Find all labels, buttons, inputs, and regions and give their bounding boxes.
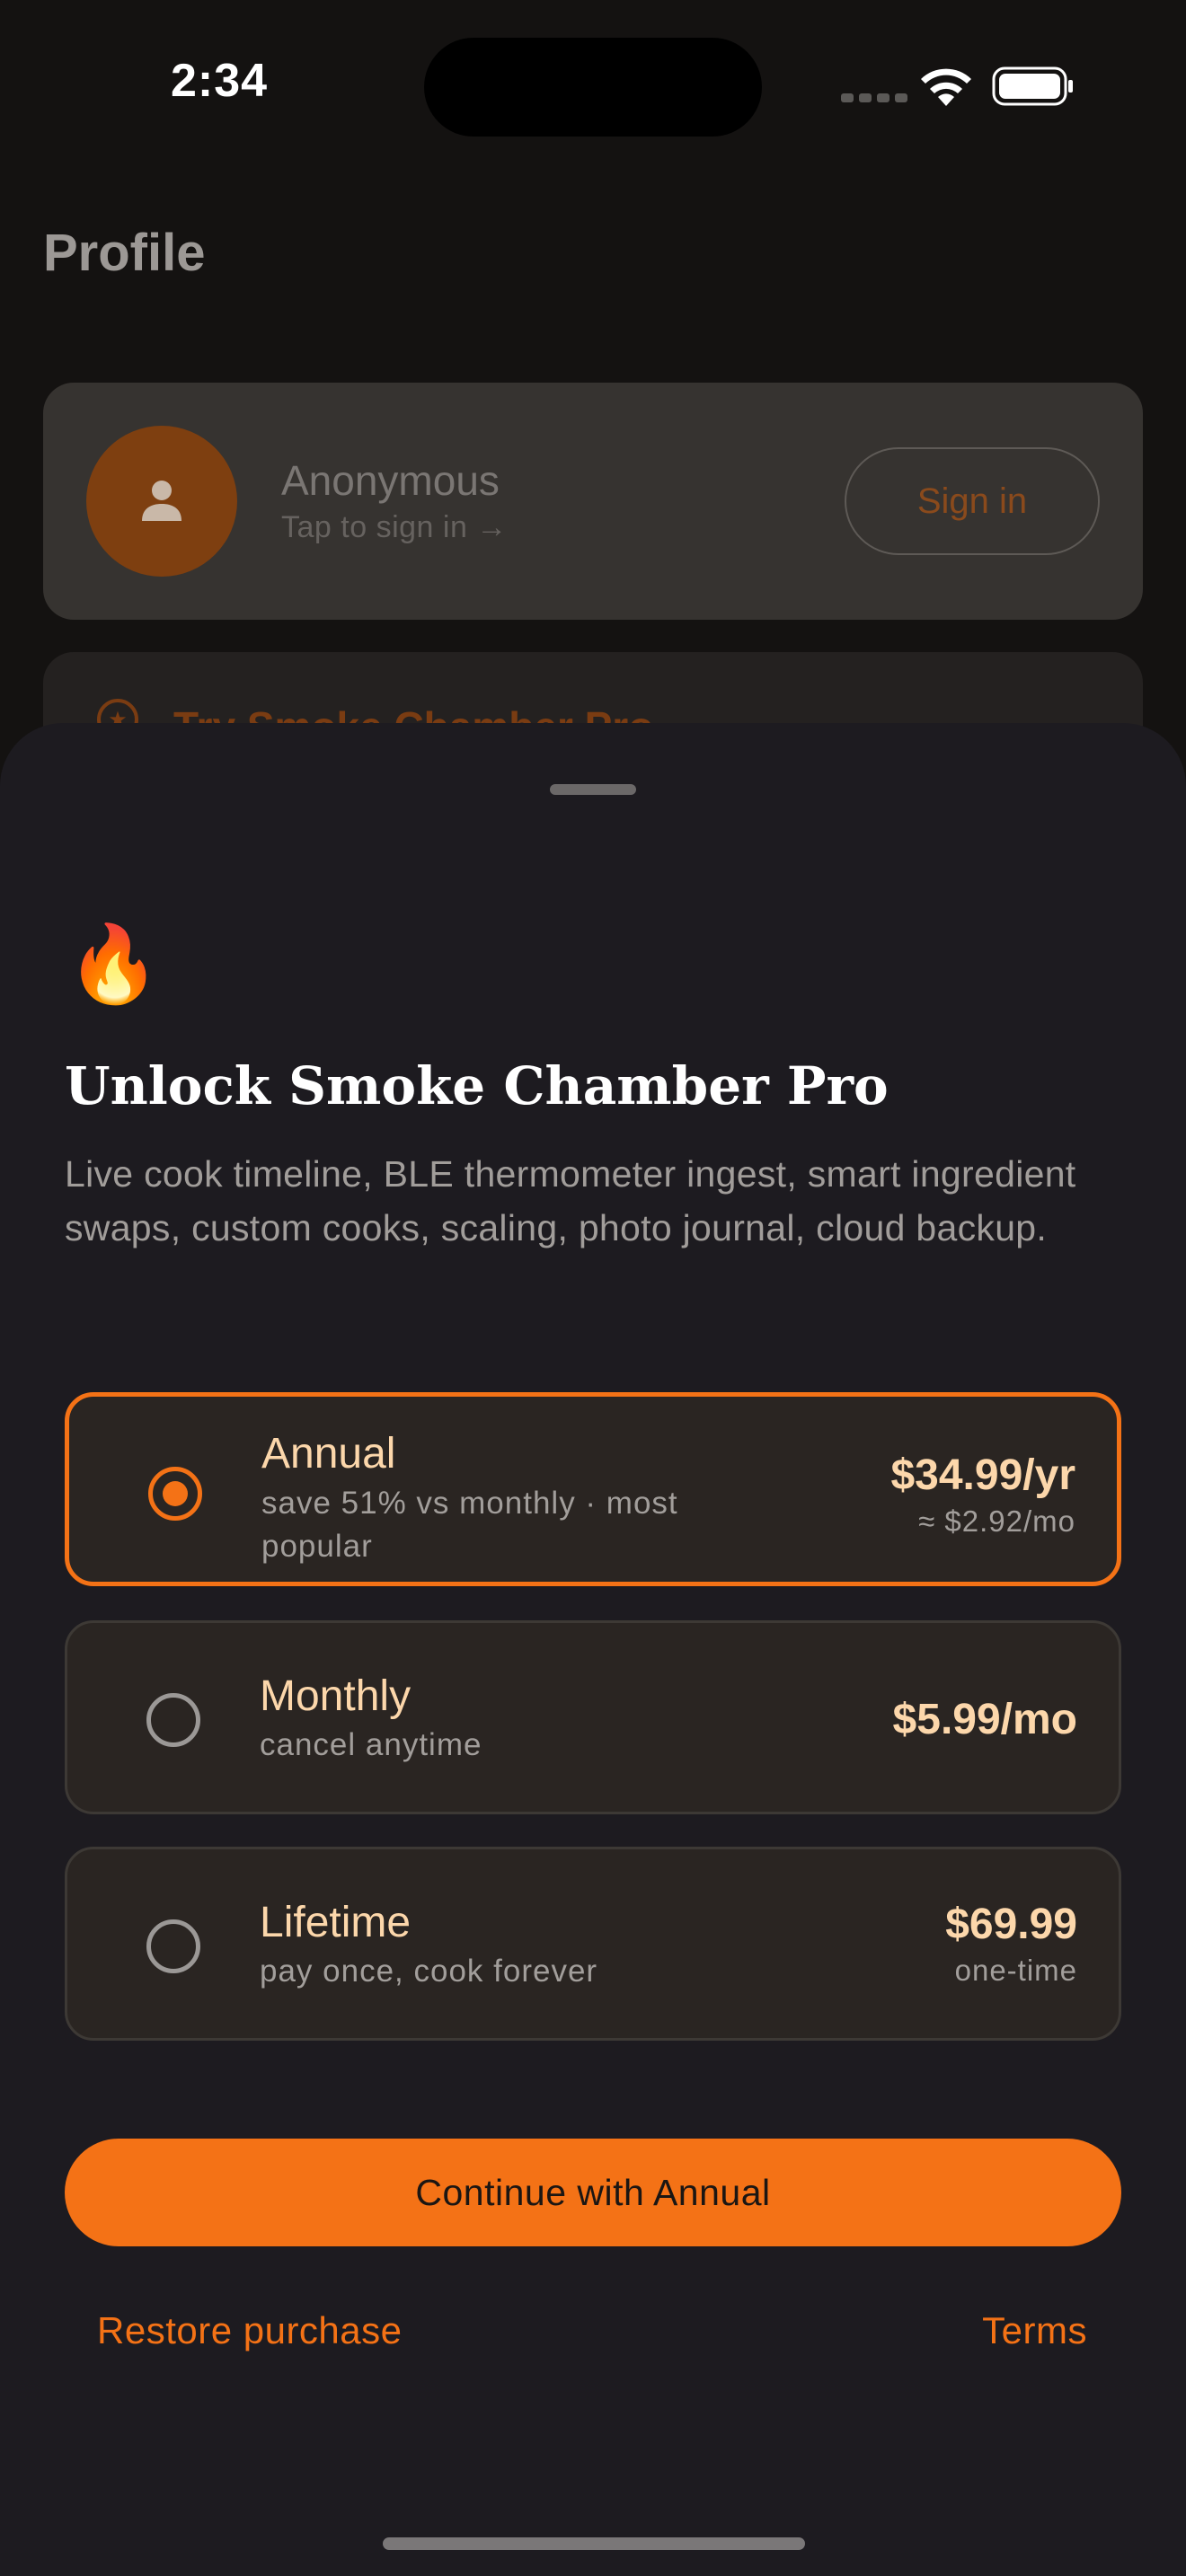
radio-unselected[interactable] xyxy=(146,1693,200,1747)
restore-purchase-link[interactable]: Restore purchase xyxy=(97,2309,403,2352)
plan-name: Monthly xyxy=(260,1672,412,1720)
plan-name: Lifetime xyxy=(260,1899,412,1946)
plan-name: Annual xyxy=(261,1430,396,1478)
screen: 2:34 Profile Anonymous Tap to sign in → … xyxy=(0,0,1186,2576)
avatar xyxy=(86,426,237,577)
home-indicator xyxy=(383,2537,805,2550)
sheet-title: Unlock Smoke Chamber Pro xyxy=(65,1055,889,1116)
wifi-icon xyxy=(921,68,971,106)
plan-option-monthly[interactable]: Monthly cancel anytime $5.99/mo xyxy=(65,1620,1121,1814)
page-title: Profile xyxy=(43,224,206,282)
sign-in-button[interactable]: Sign in xyxy=(845,447,1100,555)
profile-card[interactable]: Anonymous Tap to sign in → Sign in xyxy=(43,383,1143,620)
battery-icon xyxy=(992,66,1073,106)
fire-icon: 🔥 xyxy=(66,922,161,1006)
profile-sign-in-hint: Tap to sign in → xyxy=(281,510,508,544)
plan-subtitle: pay once, cook forever xyxy=(260,1954,598,1989)
terms-link[interactable]: Terms xyxy=(982,2309,1087,2352)
plan-price: $69.99 xyxy=(945,1901,1077,1948)
plan-subtitle: cancel anytime xyxy=(260,1727,482,1762)
plan-price-note: one-time xyxy=(954,1954,1077,1987)
plan-subtitle: save 51% vs monthly · most popular xyxy=(261,1486,678,1564)
continue-button[interactable]: Continue with Annual xyxy=(65,2139,1121,2246)
plan-option-lifetime[interactable]: Lifetime pay once, cook forever $69.99 o… xyxy=(65,1847,1121,2041)
plan-price-note: ≈ $2.92/mo xyxy=(918,1504,1075,1538)
sheet-grabber[interactable] xyxy=(550,784,636,795)
person-icon xyxy=(142,481,181,521)
radio-unselected[interactable] xyxy=(146,1919,200,1973)
profile-name: Anonymous xyxy=(281,457,500,504)
plan-price: $34.99/yr xyxy=(890,1451,1075,1499)
plan-option-annual[interactable]: Annual save 51% vs monthly · most popula… xyxy=(65,1392,1121,1586)
plan-price: $5.99/mo xyxy=(892,1696,1077,1743)
cellular-signal-icon xyxy=(841,93,907,102)
radio-selected[interactable] xyxy=(148,1467,202,1521)
paywall-sheet: 🔥 Unlock Smoke Chamber Pro Live cook tim… xyxy=(0,723,1186,2576)
sheet-description: Live cook timeline, BLE thermometer inge… xyxy=(65,1153,1076,1248)
status-time: 2:34 xyxy=(171,55,269,107)
dynamic-island xyxy=(424,38,762,137)
